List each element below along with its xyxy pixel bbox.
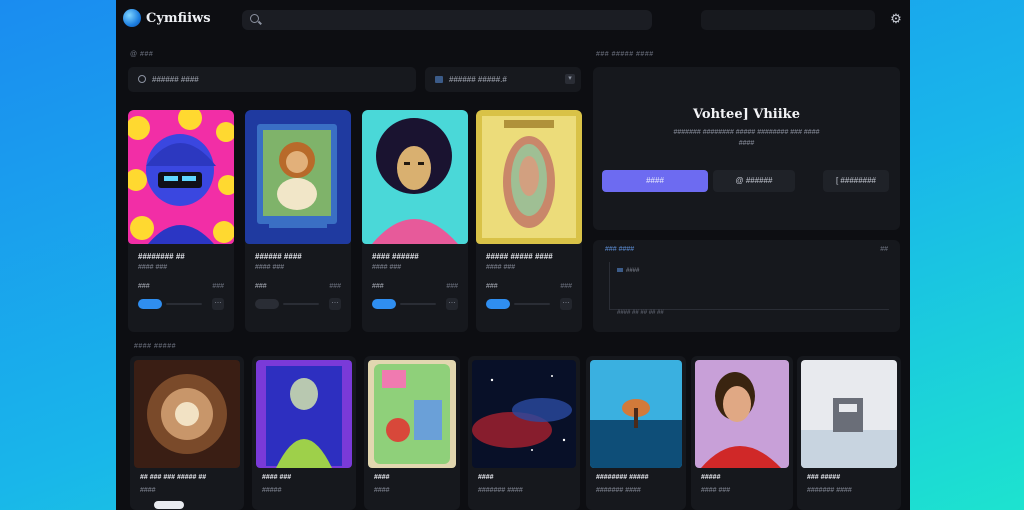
bid-toggle[interactable] — [138, 299, 162, 309]
stats-legend: #### — [617, 268, 639, 274]
card-title: ###### #### — [255, 252, 302, 261]
search-icon — [138, 75, 146, 83]
filter-search[interactable]: ###### #### — [128, 67, 416, 92]
collection-card[interactable]: ##### #### ### — [691, 356, 793, 510]
collection-card[interactable]: ## ### ### ##### ## #### — [130, 356, 244, 510]
collection-card[interactable]: #### ### ##### — [252, 356, 356, 510]
card-artwork — [590, 360, 682, 468]
sort-filter-text: ###### #####.# — [449, 75, 507, 84]
hero-section-label: ### ##### #### — [596, 51, 654, 58]
card-price: ### — [255, 283, 267, 290]
collection-card[interactable]: #### ####### #### — [468, 356, 580, 510]
bid-toggle[interactable] — [486, 299, 510, 309]
featured-section-label: @ ### — [130, 51, 154, 58]
more-button[interactable]: ⋯ — [560, 298, 572, 310]
card-artwork — [256, 360, 352, 468]
card-tag — [154, 501, 184, 509]
card-subtitle: #### ### — [486, 264, 516, 271]
card-title: #### — [374, 474, 390, 481]
hero-description: ####### ######## ##### ######## ### #### — [673, 129, 820, 136]
card-artwork — [245, 110, 351, 244]
account-area[interactable] — [701, 10, 875, 30]
more-section-label: #### ##### — [134, 343, 176, 350]
dropdown-button[interactable]: ▾ — [565, 74, 575, 84]
card-artwork — [801, 360, 897, 468]
hero-heading: Vohtee] Vhiike — [693, 107, 800, 122]
stats-chart-area — [609, 262, 889, 310]
secondary-button[interactable]: @ ###### — [713, 170, 795, 192]
card-subtitle: #### ### — [701, 487, 731, 494]
sort-filter[interactable]: ###### #####.# ▾ — [425, 67, 581, 92]
card-meta: ### — [212, 283, 224, 290]
progress-track — [283, 303, 319, 305]
sort-icon — [435, 76, 443, 83]
card-meta: ### — [329, 283, 341, 290]
progress-track — [400, 303, 436, 305]
stats-close[interactable]: ## — [880, 246, 888, 253]
hero-panel: Vohtee] Vhiike ####### ######## ##### ##… — [593, 67, 900, 230]
card-title: ### ##### — [807, 474, 841, 481]
filter-search-text: ###### #### — [152, 75, 199, 84]
top-bar: Cymfiiws ⚙ — [116, 0, 910, 38]
progress-track — [514, 303, 550, 305]
card-subtitle: ####### #### — [478, 487, 523, 494]
card-title: #### ### — [262, 474, 292, 481]
progress-track — [166, 303, 202, 305]
nft-card[interactable]: ###### #### #### ### ### ### ⋯ — [245, 110, 351, 332]
more-button[interactable]: ⋯ — [329, 298, 341, 310]
card-subtitle: ####### #### — [596, 487, 641, 494]
card-subtitle: #### ### — [372, 264, 402, 271]
nft-card[interactable]: ######## ## #### ### ### ### ⋯ — [128, 110, 234, 332]
card-artwork — [128, 110, 234, 244]
nft-card[interactable]: ##### ##### #### #### ### ### ### ⋯ — [476, 110, 582, 332]
collection-card[interactable]: #### #### — [364, 356, 460, 510]
collection-card[interactable]: ######## ##### ####### #### — [586, 356, 686, 510]
card-price: ### — [138, 283, 150, 290]
card-artwork — [472, 360, 576, 468]
card-title: ######## ##### — [596, 474, 649, 481]
card-title: ## ### ### ##### ## — [140, 474, 207, 481]
card-subtitle: #### ### — [138, 264, 168, 271]
more-button[interactable]: ⋯ — [212, 298, 224, 310]
card-subtitle: ####### #### — [807, 487, 852, 494]
card-price: ### — [486, 283, 498, 290]
card-subtitle: #### — [140, 487, 156, 494]
card-subtitle: #### ### — [255, 264, 285, 271]
card-artwork — [695, 360, 789, 468]
logo-icon[interactable] — [123, 9, 141, 27]
tertiary-button[interactable]: [ ######## — [823, 170, 889, 192]
search-input[interactable] — [242, 10, 652, 30]
collection-card[interactable]: ### ##### ####### #### — [797, 356, 901, 510]
search-icon — [250, 14, 259, 23]
bid-toggle[interactable] — [372, 299, 396, 309]
stats-caption: #### ## ## ## ## — [617, 310, 664, 316]
card-artwork — [134, 360, 240, 468]
card-artwork — [476, 110, 582, 244]
legend-label: #### — [626, 268, 640, 274]
card-subtitle: ##### — [262, 487, 282, 494]
card-title: ##### — [701, 474, 721, 481]
card-title: ######## ## — [138, 252, 185, 261]
primary-button[interactable]: #### — [602, 170, 708, 192]
app-name: Cymfiiws — [146, 11, 211, 26]
card-title: #### — [478, 474, 494, 481]
more-button[interactable]: ⋯ — [446, 298, 458, 310]
card-title: #### ###### — [372, 252, 419, 261]
card-price: ### — [372, 283, 384, 290]
card-meta: ### — [446, 283, 458, 290]
stats-panel: ### #### ## #### #### ## ## ## ## — [593, 240, 900, 332]
bid-toggle[interactable] — [255, 299, 279, 309]
nft-card[interactable]: #### ###### #### ### ### ### ⋯ — [362, 110, 468, 332]
hero-description-2: #### — [738, 140, 755, 147]
legend-swatch — [617, 268, 623, 273]
card-subtitle: #### — [374, 487, 390, 494]
card-artwork — [362, 110, 468, 244]
app-window: Cymfiiws ⚙ @ ### ### ##### #### ###### #… — [116, 0, 910, 510]
card-artwork — [368, 360, 456, 468]
stats-title: ### #### — [605, 246, 635, 253]
gear-icon[interactable]: ⚙ — [889, 12, 903, 26]
card-meta: ### — [560, 283, 572, 290]
card-title: ##### ##### #### — [486, 252, 553, 261]
